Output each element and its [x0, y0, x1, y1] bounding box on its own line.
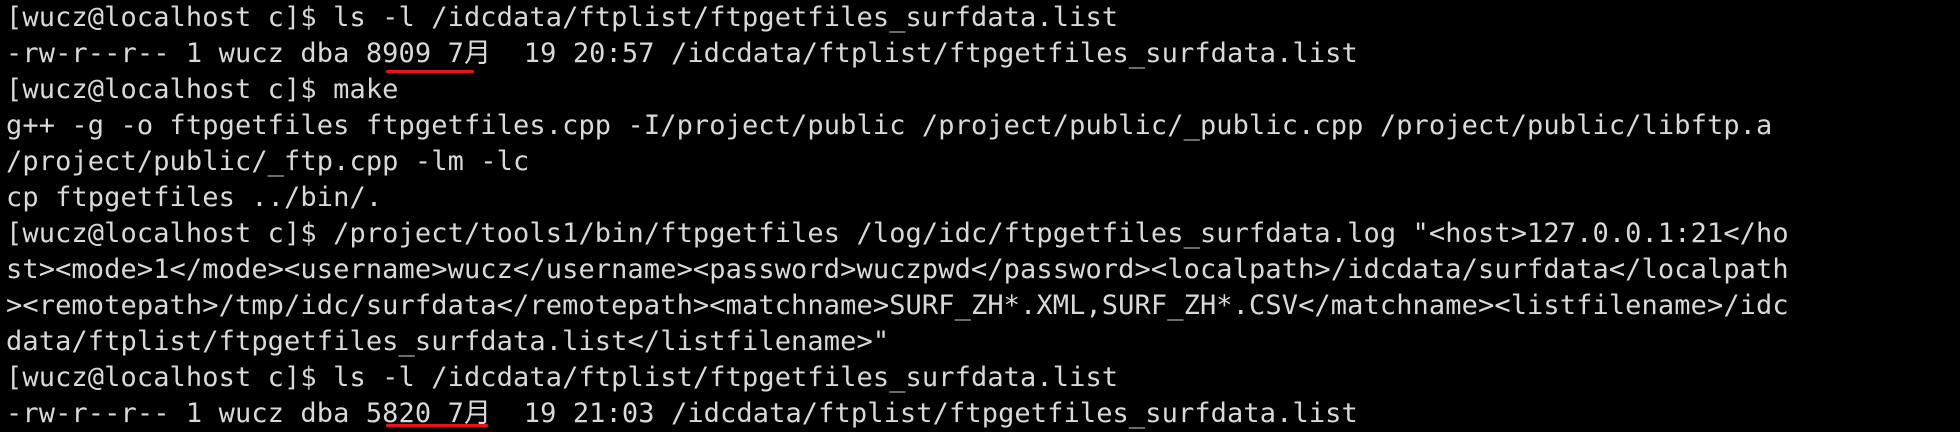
terminal-window[interactable]: [wucz@localhost c]$ ls -l /idcdata/ftpli…	[0, 0, 1960, 432]
terminal-line: cp ftpgetfiles ../bin/.	[6, 182, 383, 213]
terminal-line: [wucz@localhost c]$ /project/tools1/bin/…	[6, 218, 1789, 249]
terminal-line: [wucz@localhost c]$ ls -l /idcdata/ftpli…	[6, 2, 1119, 33]
terminal-line: ><remotepath>/tmp/idc/surfdata</remotepa…	[6, 290, 1789, 321]
terminal-line: g++ -g -o ftpgetfiles ftpgetfiles.cpp -I…	[6, 110, 1773, 141]
terminal-line: -rw-r--r-- 1 wucz dba 8909 7月 19 20:57 /…	[6, 38, 1358, 69]
terminal-line: data/ftplist/ftpgetfiles_surfdata.list</…	[6, 326, 890, 357]
terminal-line: /project/public/_ftp.cpp -lm -lc	[6, 146, 530, 177]
terminal-line: -rw-r--r-- 1 wucz dba 5820 7月 19 21:03 /…	[6, 398, 1358, 429]
terminal-line: [wucz@localhost c]$ ls -l /idcdata/ftpli…	[6, 362, 1119, 393]
terminal-line: st><mode>1</mode><username>wucz</usernam…	[6, 254, 1789, 285]
terminal-line: [wucz@localhost c]$ make	[6, 74, 399, 105]
annotation-underline-file-size-after	[386, 424, 488, 427]
annotation-underline-file-size-before	[386, 70, 474, 73]
